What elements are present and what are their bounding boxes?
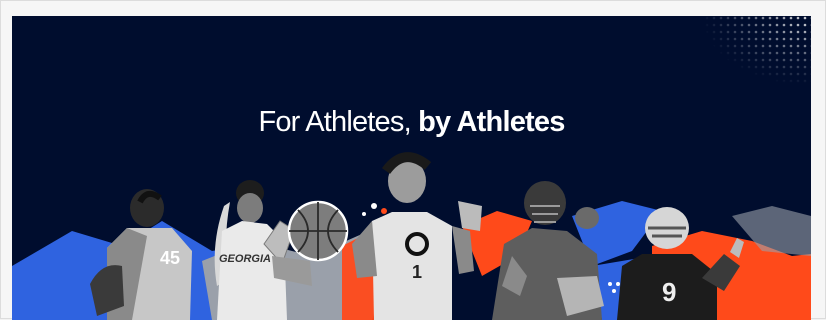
athletes-artwork: 45 GEORGIA 1 9: [12, 16, 811, 320]
jersey-number-3: 1: [412, 262, 422, 282]
hero-headline: For Athletes, by Athletes: [12, 106, 811, 139]
page-frame: 45 GEORGIA 1 9 For Athletes, by Athletes: [0, 0, 826, 320]
hero-banner: 45 GEORGIA 1 9 For Athletes, by Athletes: [12, 16, 811, 320]
headline-light-text: For Athletes,: [258, 106, 411, 138]
headline-bold-text: by Athletes: [418, 106, 565, 138]
halftone-dots: [702, 16, 811, 86]
basketball: [287, 200, 349, 262]
jersey-number-1: 45: [160, 248, 180, 268]
athlete-baseball-catcher: [492, 181, 604, 320]
jersey-wordmark: GEORGIA: [219, 253, 271, 265]
jersey-number-5: 9: [662, 277, 676, 307]
